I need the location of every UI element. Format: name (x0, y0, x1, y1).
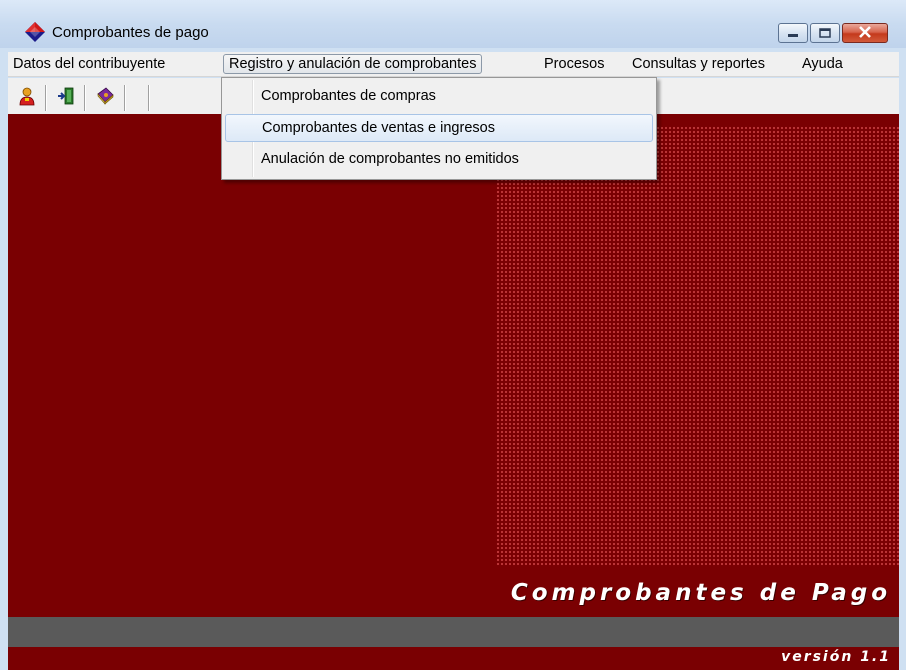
toolbar-separator (45, 85, 47, 111)
user-icon (17, 86, 37, 109)
registro-dropdown-menu: Comprobantes de compras Comprobantes de … (221, 77, 657, 180)
title-bar[interactable]: Comprobantes de pago (0, 0, 906, 48)
main-background: Comprobantes de Pago versión 1.1 (8, 114, 899, 670)
help-book-button[interactable] (92, 86, 118, 108)
app-window: Comprobantes de pago Datos del contribuy… (0, 0, 906, 670)
menu-registro-anulacion[interactable]: Registro y anulación de comprobantes (223, 54, 483, 74)
toolbar-separator (124, 85, 126, 111)
menu-item-comprobantes-ventas[interactable]: Comprobantes de ventas e ingresos (225, 114, 653, 142)
toolbar-separator (148, 85, 150, 111)
menu-bar: Datos del contribuyente Registro y anula… (8, 52, 899, 77)
maximize-button[interactable] (810, 23, 840, 43)
close-button[interactable] (842, 23, 888, 43)
exit-button[interactable] (53, 86, 79, 108)
menu-consultas-reportes[interactable]: Consultas y reportes (627, 54, 770, 74)
menu-datos-contribuyente[interactable]: Datos del contribuyente (8, 54, 170, 74)
book-icon (95, 86, 115, 109)
menu-item-comprobantes-compras[interactable]: Comprobantes de compras (225, 82, 653, 110)
brand-title: Comprobantes de Pago (510, 580, 891, 606)
window-title: Comprobantes de pago (52, 24, 209, 41)
close-icon (858, 25, 872, 41)
menu-ayuda[interactable]: Ayuda (797, 54, 848, 74)
toolbar-separator (84, 85, 86, 111)
menu-item-anulacion-comprobantes[interactable]: Anulación de comprobantes no emitidos (225, 145, 653, 173)
minimize-icon (787, 25, 799, 41)
minimize-button[interactable] (778, 23, 808, 43)
exit-door-icon (56, 86, 76, 109)
dot-pattern (496, 126, 899, 566)
maximize-icon (819, 25, 831, 41)
app-diamond-icon (24, 21, 46, 43)
window-controls (776, 23, 888, 45)
user-button[interactable] (14, 86, 40, 108)
menu-procesos[interactable]: Procesos (539, 54, 609, 74)
gray-band (8, 614, 899, 647)
version-label: versión 1.1 (781, 649, 891, 665)
